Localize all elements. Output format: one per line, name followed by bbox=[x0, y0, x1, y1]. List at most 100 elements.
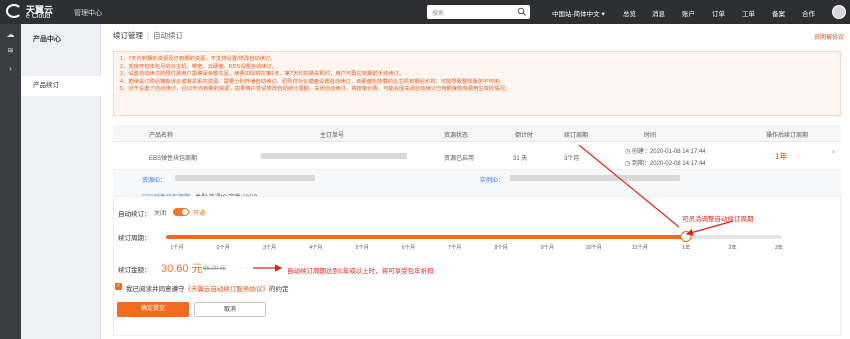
instance-id-label: 实例ID： bbox=[480, 178, 505, 184]
period-tick[interactable]: 4个月 bbox=[309, 244, 322, 251]
nav-messages[interactable]: 消息 bbox=[652, 8, 665, 18]
period-tick[interactable]: 6个月 bbox=[402, 244, 415, 251]
breadcrumb: 续订管理 | 自动续订 bbox=[113, 30, 183, 41]
col-product: 产品名称 bbox=[149, 133, 174, 139]
period-tick[interactable]: 10个月 bbox=[586, 244, 602, 251]
breadcrumb-current: 自动续订 bbox=[152, 31, 183, 40]
nav-partners[interactable]: 合作 bbox=[802, 8, 815, 18]
resource-status: 资源已启用 bbox=[444, 156, 475, 162]
created-time: ◷ 创建：2020-01-08 14:17:44 bbox=[625, 146, 706, 155]
period-tick[interactable]: 11个月 bbox=[632, 244, 648, 251]
notice-line: 1、7天内到期的资源及已到期的资源，不支持设置/修改自动续订。 bbox=[120, 56, 276, 62]
clock-icon: ◷ bbox=[625, 149, 631, 155]
created-time-text: 创建：2020-01-08 14:17:44 bbox=[631, 149, 706, 155]
discount-annotation-text: 自动续订周期达到1年或以上时，将可享受包年折扣 bbox=[287, 268, 434, 275]
toggle-off-label: 关闭 bbox=[154, 211, 167, 217]
period-tick[interactable]: 2年 bbox=[729, 244, 737, 251]
amount-label: 续订金额： bbox=[118, 267, 151, 274]
main-content: 续订管理 | 自动续订 说明被协议 1、7天内到期的资源及已到期的资源，不支持设置/… bbox=[101, 24, 850, 339]
left-icon-rail: ☁ ≋ › bbox=[0, 24, 21, 339]
notice-line: 2、支持开包年包月的云主机、带宽、云硬盘、RDS设置自动续订。 bbox=[120, 63, 278, 70]
period-tick[interactable]: 8个月 bbox=[494, 244, 507, 251]
breadcrumb-parent[interactable]: 续订管理 bbox=[113, 31, 143, 40]
nav-tickets[interactable]: 工单 bbox=[742, 8, 755, 18]
period-tick[interactable]: 3年 bbox=[775, 244, 783, 251]
chevron-right-icon[interactable]: › bbox=[5, 64, 16, 73]
period-tick[interactable]: 7个月 bbox=[448, 244, 461, 251]
chevron-up-icon[interactable]: ^ bbox=[832, 151, 835, 157]
search-icon[interactable] bbox=[517, 7, 527, 17]
notice-line: 5、对于设置了自动续订，且10天内到期的资源，如果用户尝试修改自动续订周期，关闭… bbox=[120, 86, 511, 92]
nav-orders[interactable]: 订单 bbox=[712, 8, 725, 18]
table-row: EBS弹性块包周期 资源已启用 31 天 3个月 ◷ 创建：2020-01-08… bbox=[113, 142, 841, 170]
expire-time-text: 到期：2020-02-08 14:17:44 bbox=[631, 161, 706, 167]
region-language-select[interactable]: 中国站-简体中文 ▾ bbox=[552, 8, 605, 18]
auto-renew-label: 自动续订： bbox=[118, 211, 151, 218]
sidebar-item-renewal[interactable]: 产品续订 bbox=[21, 76, 101, 96]
period-tick[interactable]: 1个月 bbox=[170, 244, 183, 251]
current-period: 3个月 bbox=[564, 156, 580, 162]
confirm-submit-button[interactable]: 确定提交 bbox=[117, 302, 189, 317]
notice-box: 1、7天内到期的资源及已到期的资源，不支持设置/修改自动续订。 2、支持开包年包… bbox=[113, 51, 841, 116]
nav-filing[interactable]: 备案 bbox=[772, 8, 785, 18]
agree-prefix: 我已阅读并同意遵守 bbox=[126, 286, 185, 293]
auto-renew-toggle[interactable] bbox=[173, 208, 189, 216]
region-label: 中国站-简体中文 bbox=[552, 11, 600, 18]
redacted-resource-id bbox=[175, 175, 315, 181]
agreement-link[interactable]: 《天翼云自动续订服务协议》 bbox=[185, 286, 270, 293]
renewal-price: 30.60 元 bbox=[161, 263, 203, 275]
col-order: 主订单号 bbox=[320, 133, 345, 139]
period-tick[interactable]: 3个月 bbox=[263, 244, 276, 251]
period-slider-fill bbox=[166, 235, 687, 239]
menu-title: 产品中心 bbox=[33, 36, 61, 43]
col-period: 续订周期 bbox=[564, 133, 589, 139]
notice-line: 4、若续是订购后拥有该云或有关系的资源，需要分别开通自动续订，否则仅对云模盘设置… bbox=[120, 78, 505, 85]
col-countdown: 倒计时 bbox=[515, 133, 534, 139]
agree-checkbox[interactable]: ✓ bbox=[115, 283, 122, 290]
table-header: 产品名称 主订单号 资源状态 倒计时 续订周期 时间 操作后续订周期 bbox=[113, 125, 841, 142]
resource-id-label: 资源ID： bbox=[142, 178, 167, 184]
agree-suffix: 的约定 bbox=[269, 286, 289, 293]
countdown-value: 31 天 bbox=[513, 156, 528, 162]
avatar[interactable] bbox=[832, 5, 846, 19]
checkmark-icon: ✓ bbox=[115, 283, 122, 289]
toggle-on-label: 开通 bbox=[193, 211, 206, 217]
agreement-text: 我已阅读并同意遵守《天翼云自动续订服务协议》的约定 bbox=[126, 283, 289, 293]
search-placeholder: 搜索 bbox=[432, 11, 445, 17]
col-status: 资源状态 bbox=[444, 133, 469, 139]
expire-time: ◷ 到期：2020-02-08 14:17:44 bbox=[625, 158, 706, 167]
brand-logo[interactable]: 天翼云 e Cloud bbox=[6, 2, 64, 22]
period-tick[interactable]: 9个月 bbox=[541, 244, 554, 251]
clock-icon: ◷ bbox=[625, 161, 631, 167]
nav-account[interactable]: 账户 bbox=[682, 8, 695, 18]
product-center-menu: 产品中心 产品续订 bbox=[21, 24, 101, 339]
chevron-down-icon: ▾ bbox=[601, 11, 605, 18]
top-navigation-bar: 天翼云 e Cloud 管理中心 搜索 中国站-简体中文 ▾ 总览 消息 账户 … bbox=[0, 0, 850, 24]
original-price: 36.00 元 bbox=[203, 266, 226, 272]
period-tick[interactable]: 2个月 bbox=[217, 244, 230, 251]
notice-line: 3、设置自动续订的预付费用户需确保余额充足，续费扣除将在第1天，第7天均扣费失败… bbox=[120, 71, 405, 77]
product-name: EBS弹性块包周期 bbox=[149, 156, 198, 162]
col-after-period: 操作后续订周期 bbox=[766, 133, 809, 139]
layers-icon[interactable]: ≋ bbox=[5, 46, 16, 55]
search-input[interactable]: 搜索 bbox=[427, 5, 530, 19]
management-center-link[interactable]: 管理中心 bbox=[74, 8, 102, 18]
period-annotation-text: 可灵活调整自动续订周期 bbox=[682, 216, 754, 223]
brand-name-en: e Cloud bbox=[26, 13, 51, 20]
period-tick[interactable]: 5个月 bbox=[356, 244, 369, 251]
help-link-label: 说明被协议 bbox=[813, 35, 844, 41]
period-label: 续订周期： bbox=[118, 235, 151, 242]
after-renew-period: 1年 bbox=[775, 152, 788, 161]
col-time: 时间 bbox=[644, 133, 657, 139]
redacted-order-id bbox=[261, 153, 407, 159]
breadcrumb-separator: | bbox=[147, 31, 149, 40]
redacted-instance-id bbox=[510, 175, 680, 181]
help-link[interactable]: 说明被协议 bbox=[814, 32, 844, 41]
cloud-icon[interactable]: ☁ bbox=[5, 30, 16, 39]
cloud-logo-icon bbox=[6, 4, 22, 18]
toggle-knob bbox=[182, 209, 188, 215]
cancel-button[interactable]: 取消 bbox=[194, 302, 266, 317]
period-slider-handle[interactable] bbox=[680, 231, 692, 242]
nav-overview[interactable]: 总览 bbox=[623, 8, 636, 18]
period-tick[interactable]: 1年 bbox=[682, 244, 690, 251]
